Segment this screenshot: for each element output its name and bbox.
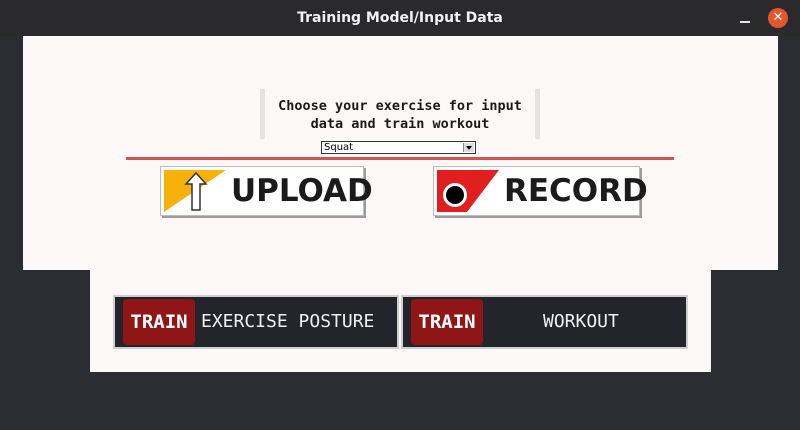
dropdown-arrow-icon[interactable] xyxy=(463,143,474,152)
record-label: RECORD xyxy=(504,173,648,209)
train-workout-button[interactable]: TRAIN WORKOUT xyxy=(401,295,688,349)
close-button[interactable]: ✕ xyxy=(768,8,788,28)
train-workout-label: WORKOUT xyxy=(543,311,619,332)
close-icon: ✕ xyxy=(772,10,784,25)
upload-arrow-icon xyxy=(164,170,226,212)
train-tag: TRAIN xyxy=(411,299,483,345)
train-exercise-posture-button[interactable]: TRAIN EXERCISE POSTURE xyxy=(113,295,399,349)
upload-label: UPLOAD xyxy=(231,173,373,209)
prompt-label: Choose your exercise for input data and … xyxy=(278,98,522,132)
upload-button[interactable]: UPLOAD xyxy=(160,166,373,216)
exercise-dropdown-value: Squat xyxy=(324,142,354,153)
train-tag: TRAIN xyxy=(123,299,195,345)
window-title: Training Model/Input Data xyxy=(297,10,503,26)
divider-line xyxy=(126,157,674,160)
minimize-button[interactable] xyxy=(737,10,753,26)
window-titlebar[interactable]: Training Model/Input Data ✕ xyxy=(0,0,800,36)
record-button[interactable]: RECORD xyxy=(433,166,648,216)
record-icon xyxy=(437,170,499,212)
train-posture-label: EXERCISE POSTURE xyxy=(201,311,375,332)
prompt-box: Choose your exercise for input data and … xyxy=(260,89,540,139)
exercise-dropdown[interactable]: Squat xyxy=(321,141,476,154)
